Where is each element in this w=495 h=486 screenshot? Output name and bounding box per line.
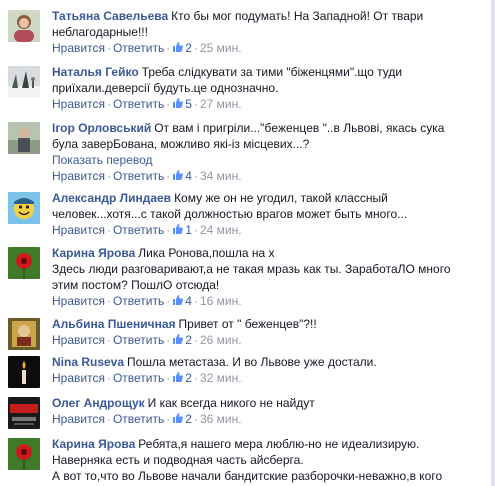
like-link[interactable]: Нравится xyxy=(52,169,105,183)
reply-link[interactable]: Ответить xyxy=(113,333,164,347)
reply-link[interactable]: Ответить xyxy=(113,97,164,111)
comment-actions: Нравится · Ответить · 2 · 25 мин. xyxy=(52,41,242,55)
like-link[interactable]: Нравится xyxy=(52,371,105,385)
comment-actions: Нравится · Ответить · 4 · 16 мин. xyxy=(52,294,242,308)
like-count[interactable]: 2 xyxy=(185,412,192,426)
avatar[interactable] xyxy=(8,192,40,224)
comment-time[interactable]: 36 мин. xyxy=(200,412,242,426)
comment-text: Пошла метастаза. И во Львове уже достали… xyxy=(127,355,377,369)
comment-author[interactable]: Наталья Гейко xyxy=(52,65,139,79)
comment-text: И как всегда никого не найдут xyxy=(147,396,315,410)
like-link[interactable]: Нравится xyxy=(52,97,105,111)
comment-time[interactable]: 26 мин. xyxy=(200,333,242,347)
avatar[interactable] xyxy=(8,318,40,350)
like-count[interactable]: 1 xyxy=(185,223,192,237)
avatar[interactable] xyxy=(8,438,40,470)
avatar[interactable] xyxy=(8,122,40,154)
like-count[interactable]: 4 xyxy=(185,294,192,308)
like-link[interactable]: Нравится xyxy=(52,41,105,55)
show-translation-link[interactable]: Показать перевод xyxy=(52,152,482,168)
comment-actions: Нравится · Ответить · 5 · 27 мин. xyxy=(52,97,242,111)
avatar[interactable] xyxy=(8,10,40,42)
like-count[interactable]: 2 xyxy=(185,41,192,55)
reply-link[interactable]: Ответить xyxy=(113,41,164,55)
comment-time[interactable]: 32 мин. xyxy=(200,371,242,385)
thumbs-up-icon[interactable] xyxy=(172,169,184,181)
like-link[interactable]: Нравится xyxy=(52,333,105,347)
avatar[interactable] xyxy=(8,247,40,279)
comment-time[interactable]: 27 мин. xyxy=(200,97,242,111)
comment-text: Привет от " беженцев"?!! xyxy=(178,317,317,331)
avatar[interactable] xyxy=(8,66,40,98)
comment-time[interactable]: 34 мин. xyxy=(200,169,242,183)
like-link[interactable]: Нравится xyxy=(52,412,105,426)
comment-author[interactable]: Ігор Орловський xyxy=(52,121,151,135)
avatar[interactable] xyxy=(8,356,40,388)
like-count[interactable]: 4 xyxy=(185,169,192,183)
comment-author[interactable]: Альбина Пшеничная xyxy=(52,317,176,331)
comment-time[interactable]: 24 мин. xyxy=(200,223,242,237)
thumbs-up-icon[interactable] xyxy=(172,412,184,424)
thumbs-up-icon[interactable] xyxy=(172,371,184,383)
like-count[interactable]: 2 xyxy=(185,333,192,347)
comment-actions: Нравится · Ответить · 2 · 32 мин. xyxy=(52,371,242,385)
thumbs-up-icon[interactable] xyxy=(172,41,184,53)
like-count[interactable]: 2 xyxy=(185,371,192,385)
thumbs-up-icon[interactable] xyxy=(172,223,184,235)
comment-author[interactable]: Олег Андрощук xyxy=(52,396,145,410)
avatar[interactable] xyxy=(8,397,40,429)
comment-author[interactable]: Карина Ярова xyxy=(52,246,135,260)
thumbs-up-icon[interactable] xyxy=(172,294,184,306)
comment-author[interactable]: Nina Ruseva xyxy=(52,355,124,369)
comment-author[interactable]: Александр Линдаев xyxy=(52,191,171,205)
reply-link[interactable]: Ответить xyxy=(113,412,164,426)
comment-actions: Нравится · Ответить · 2 · 26 мин. xyxy=(52,333,242,347)
scrollbar[interactable] xyxy=(491,0,495,486)
like-link[interactable]: Нравится xyxy=(52,294,105,308)
reply-link[interactable]: Ответить xyxy=(113,223,164,237)
comment-actions: Нравится · Ответить · 1 · 24 мин. xyxy=(52,223,242,237)
reply-link[interactable]: Ответить xyxy=(113,294,164,308)
thumbs-up-icon[interactable] xyxy=(172,97,184,109)
like-count[interactable]: 5 xyxy=(185,97,192,111)
comment-actions: Нравится · Ответить · 4 · 34 мин. xyxy=(52,169,242,183)
reply-link[interactable]: Ответить xyxy=(113,371,164,385)
thumbs-up-icon[interactable] xyxy=(172,333,184,345)
comment-time[interactable]: 16 мин. xyxy=(200,294,242,308)
comment-actions: Нравится · Ответить · 2 · 36 мин. xyxy=(52,412,242,426)
reply-link[interactable]: Ответить xyxy=(113,169,164,183)
comment-author[interactable]: Татьяна Савельева xyxy=(52,9,168,23)
like-link[interactable]: Нравится xyxy=(52,223,105,237)
comment-time[interactable]: 25 мин. xyxy=(200,41,242,55)
comment-author[interactable]: Карина Ярова xyxy=(52,437,135,451)
